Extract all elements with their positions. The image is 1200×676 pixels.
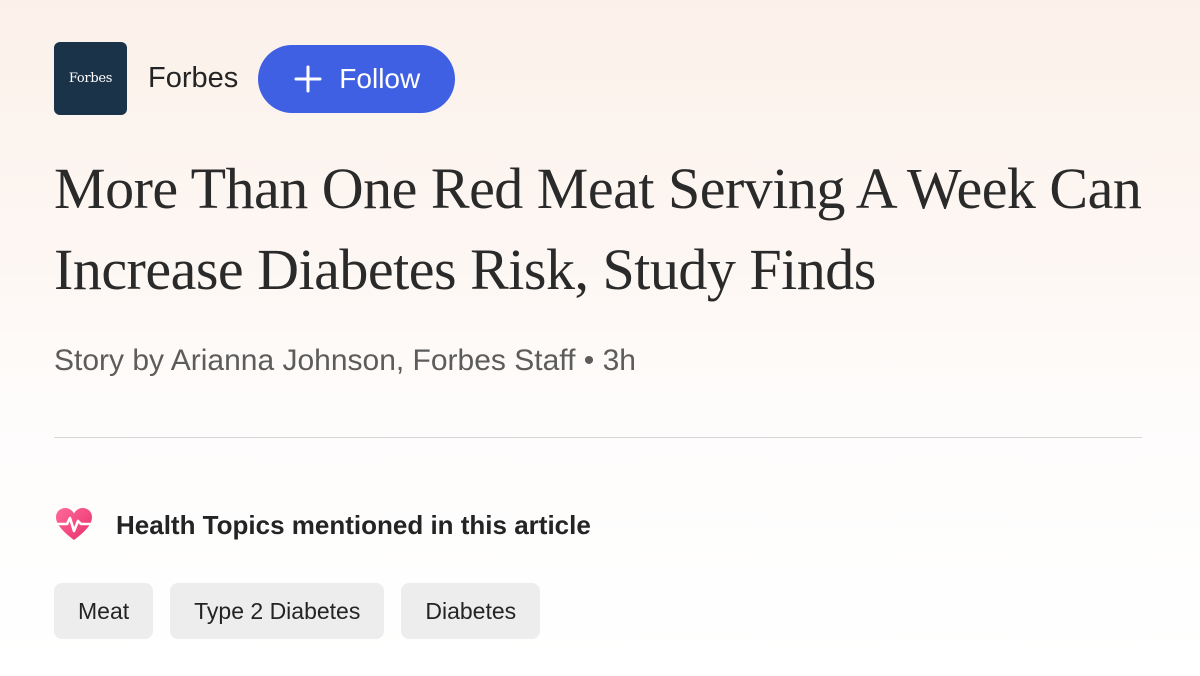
article-byline: Story by Arianna Johnson, Forbes Staff •… [54, 344, 636, 377]
health-topics-header: Health Topics mentioned in this article [54, 505, 591, 545]
publisher-logo[interactable]: Forbes [54, 42, 127, 115]
topic-chip-label: Meat [78, 597, 130, 624]
article-page: Forbes Forbes Follow More Than One Red M… [0, 0, 1200, 676]
follow-label: Follow [339, 62, 421, 94]
section-divider [54, 437, 1142, 438]
topic-chip-meat[interactable]: Meat [54, 583, 154, 639]
topic-chips: Meat Type 2 Diabetes Diabetes [54, 583, 557, 639]
plus-icon [293, 64, 323, 94]
article-headline: More Than One Red Meat Serving A Week Ca… [54, 156, 1142, 302]
publisher-logo-text: Forbes [68, 71, 113, 86]
topic-chip-type-2-diabetes[interactable]: Type 2 Diabetes [170, 583, 385, 639]
heart-pulse-icon [54, 505, 94, 545]
health-topics-title: Health Topics mentioned in this article [116, 509, 591, 540]
topic-chip-label: Type 2 Diabetes [194, 597, 361, 624]
topic-chip-label: Diabetes [425, 597, 517, 624]
publisher-header: Forbes Forbes Follow [54, 42, 456, 115]
follow-button[interactable]: Follow [258, 44, 456, 113]
publisher-name[interactable]: Forbes [148, 62, 238, 95]
topic-chip-diabetes[interactable]: Diabetes [401, 583, 541, 639]
